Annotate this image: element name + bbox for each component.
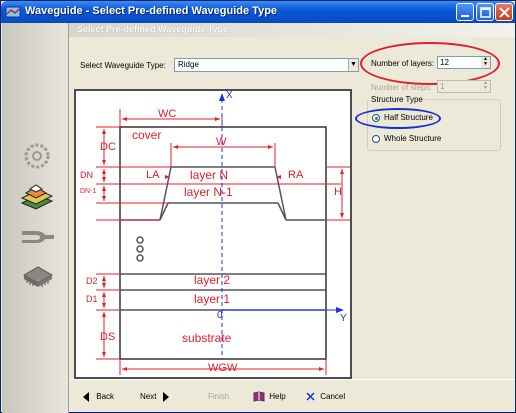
cancel-button[interactable]: Cancel xyxy=(306,390,345,404)
half-structure-label[interactable]: Half Structure xyxy=(384,113,433,122)
ds-label: DS xyxy=(100,331,116,343)
waveguide-type-value: Ridge xyxy=(178,60,199,69)
dn-label: DN xyxy=(80,170,93,180)
la-label: LA xyxy=(146,169,160,181)
num-steps-label: Number of steps: xyxy=(371,83,432,92)
substrate-label: substrate xyxy=(182,331,232,345)
whole-structure-radio[interactable] xyxy=(372,135,380,143)
cancel-label: Cancel xyxy=(320,392,346,401)
maximize-icon xyxy=(480,7,491,18)
help-book-icon xyxy=(253,391,265,403)
axis-y-label: Y xyxy=(340,313,347,324)
minimize-button[interactable] xyxy=(456,3,474,21)
wizard-window: Waveguide - Select Pre-defined Waveguide… xyxy=(0,0,516,413)
back-arrow-icon xyxy=(83,391,89,402)
wizard-footer: Back Next Finish Help Cancel xyxy=(70,379,514,413)
d2-label: D2 xyxy=(86,276,98,286)
waveguide-type-select[interactable]: Ridge ▼ xyxy=(174,58,359,72)
half-structure-radio[interactable] xyxy=(372,114,380,122)
chip-icon[interactable] xyxy=(18,261,56,291)
window-title: Waveguide - Select Pre-defined Waveguide… xyxy=(25,5,278,17)
back-label: Back xyxy=(96,392,115,401)
waveguide-diagram: X Y 0 WC W WGW DC DN DN-1 D2 D1 DS LA RA… xyxy=(74,89,352,379)
wizard-sidebar xyxy=(2,23,69,413)
structure-type-label: Structure Type xyxy=(369,95,425,104)
close-icon xyxy=(499,7,510,18)
finish-label: Finish xyxy=(208,392,230,401)
dn1-label: DN-1 xyxy=(80,188,97,195)
num-steps-value: 1 xyxy=(440,82,445,91)
ra-label: RA xyxy=(288,169,304,181)
whole-structure-label[interactable]: Whole Structure xyxy=(384,134,441,143)
page-title: Select Pre-defined Waveguide Type xyxy=(77,24,229,34)
h-label: H xyxy=(334,186,342,198)
next-button[interactable]: Next xyxy=(140,390,170,404)
chevron-down-icon[interactable]: ▼ xyxy=(348,59,358,71)
help-button[interactable]: Help xyxy=(253,390,286,404)
help-label: Help xyxy=(269,392,286,401)
ring-resonator-icon[interactable] xyxy=(18,141,56,171)
finish-button: Finish xyxy=(208,390,229,404)
layer-2-label: layer 2 xyxy=(194,273,231,287)
next-label: Next xyxy=(140,392,157,401)
layer-n-label: layer N xyxy=(190,168,229,182)
layer-n1-label: layer N-1 xyxy=(184,185,233,199)
num-layers-value: 12 xyxy=(440,58,449,67)
page-header: Select Pre-defined Waveguide Type xyxy=(69,23,515,37)
close-button[interactable] xyxy=(495,3,513,21)
app-icon xyxy=(5,6,21,18)
next-arrow-icon xyxy=(162,391,169,402)
dc-label: DC xyxy=(100,141,116,153)
coupler-icon[interactable] xyxy=(18,223,56,253)
stepper-arrows-icon: ▲ ▼ xyxy=(481,81,490,92)
num-steps-stepper: 1 ▲ ▼ xyxy=(437,80,491,93)
layer-1-label: layer 1 xyxy=(194,292,231,306)
cover-label: cover xyxy=(132,128,162,142)
waveguide-type-label: Select Waveguide Type: xyxy=(80,61,166,70)
waveguide-layers-icon[interactable] xyxy=(18,181,56,211)
title-bar: Waveguide - Select Pre-defined Waveguide… xyxy=(1,1,515,23)
axis-x-label: X xyxy=(226,90,233,101)
wgw-label: WGW xyxy=(208,362,238,374)
origin-label: 0 xyxy=(217,310,223,321)
wc-label: WC xyxy=(158,108,177,120)
stepper-arrows-icon[interactable]: ▲ ▼ xyxy=(481,57,490,68)
main-panel: Select Waveguide Type: Ridge ▼ X Y 0 WC … xyxy=(70,37,514,379)
cancel-x-icon xyxy=(306,392,315,401)
d1-label: D1 xyxy=(86,294,98,304)
maximize-button[interactable] xyxy=(476,3,494,21)
back-button[interactable]: Back xyxy=(82,390,114,404)
w-label: W xyxy=(216,136,227,148)
minimize-icon xyxy=(461,15,469,17)
num-layers-label: Number of layers: xyxy=(371,59,435,68)
num-layers-stepper[interactable]: 12 ▲ ▼ xyxy=(437,56,491,69)
